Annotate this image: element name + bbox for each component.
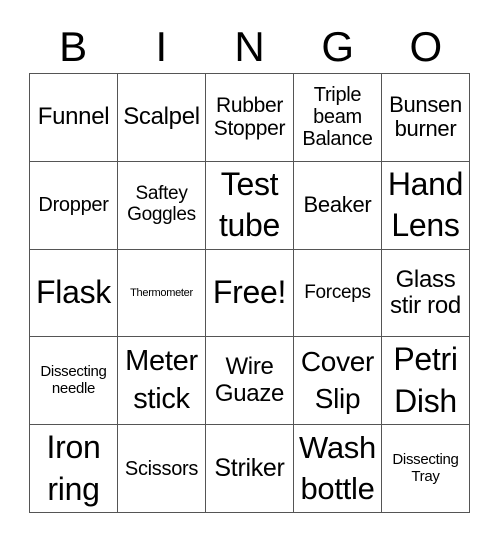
bingo-grid: Funnel Scalpel Rubber Stopper Triple bea… xyxy=(29,73,470,513)
cell-label: Flask xyxy=(36,274,111,311)
cell-label: Hand Lens xyxy=(387,165,464,244)
header-letter-b: B xyxy=(59,23,88,70)
cell-label: Scalpel xyxy=(123,103,200,131)
bingo-cell[interactable]: Cover Slip xyxy=(294,337,382,426)
cell-label: Triple beam Balance xyxy=(302,84,373,151)
cell-label: Striker xyxy=(214,453,285,482)
cell-label: Test tube xyxy=(218,165,281,244)
cell-label: Iron ring xyxy=(46,429,101,507)
bingo-cell[interactable]: Bunsen burner xyxy=(382,74,470,162)
bingo-cell[interactable]: Flask xyxy=(30,249,118,338)
cell-label: Glass stir rod xyxy=(390,265,461,319)
cell-label: Rubber Stopper xyxy=(213,94,286,141)
cell-label: Free! xyxy=(212,274,287,311)
cell-label: Saftey Goggles xyxy=(127,183,196,226)
cell-label: Funnel xyxy=(37,103,110,131)
bingo-cell[interactable]: Triple beam Balance xyxy=(294,74,382,162)
bingo-cell[interactable]: Hand Lens xyxy=(382,161,470,250)
header-letter-n: N xyxy=(234,23,265,70)
free-space-cell[interactable]: Free! xyxy=(206,249,294,338)
bingo-cell[interactable]: Rubber Stopper xyxy=(206,74,294,162)
cell-label: Wash bottle xyxy=(299,430,376,506)
bingo-cell[interactable]: Glass stir rod xyxy=(382,249,470,338)
bingo-cell[interactable]: Petri Dish xyxy=(382,337,470,426)
cell-label: Bunsen burner xyxy=(389,92,462,142)
cell-label: Forceps xyxy=(304,281,371,303)
cell-label: Petri Dish xyxy=(393,341,458,419)
bingo-cell[interactable]: Meter stick xyxy=(118,337,206,426)
bingo-cell[interactable]: Dropper xyxy=(30,161,118,250)
bingo-cell[interactable]: Dissecting needle xyxy=(30,337,118,426)
bingo-cell[interactable]: Scalpel xyxy=(118,74,206,162)
bingo-cell[interactable]: Striker xyxy=(206,425,294,513)
bingo-cell[interactable]: Wire Guaze xyxy=(206,337,294,426)
bingo-cell[interactable]: Wash bottle xyxy=(294,425,382,513)
bingo-cell[interactable]: Beaker xyxy=(294,161,382,250)
header-letter-i: I xyxy=(155,23,168,70)
cell-label: Thermometer xyxy=(130,286,193,299)
bingo-cell[interactable]: Dissecting Tray xyxy=(382,425,470,513)
header-letter-g: G xyxy=(321,23,355,70)
bingo-cell[interactable]: Iron ring xyxy=(30,425,118,513)
cell-label: Meter stick xyxy=(125,345,198,415)
cell-label: Wire Guaze xyxy=(214,353,285,407)
cell-label: Dissecting Tray xyxy=(392,451,459,485)
bingo-cell[interactable]: Test tube xyxy=(206,161,294,250)
bingo-cell[interactable]: Funnel xyxy=(30,74,118,162)
cell-label: Beaker xyxy=(303,192,372,218)
cell-label: Dropper xyxy=(38,194,109,217)
cell-label: Cover Slip xyxy=(300,346,375,414)
cell-label: Scissors xyxy=(124,457,199,480)
bingo-header: B I N G O xyxy=(29,22,470,72)
bingo-cell[interactable]: Saftey Goggles xyxy=(118,161,206,250)
bingo-cell[interactable]: Thermometer xyxy=(118,249,206,338)
bingo-cell[interactable]: Scissors xyxy=(118,425,206,513)
header-letter-o: O xyxy=(409,23,443,70)
cell-label: Dissecting needle xyxy=(40,363,107,397)
bingo-cell[interactable]: Forceps xyxy=(294,249,382,338)
